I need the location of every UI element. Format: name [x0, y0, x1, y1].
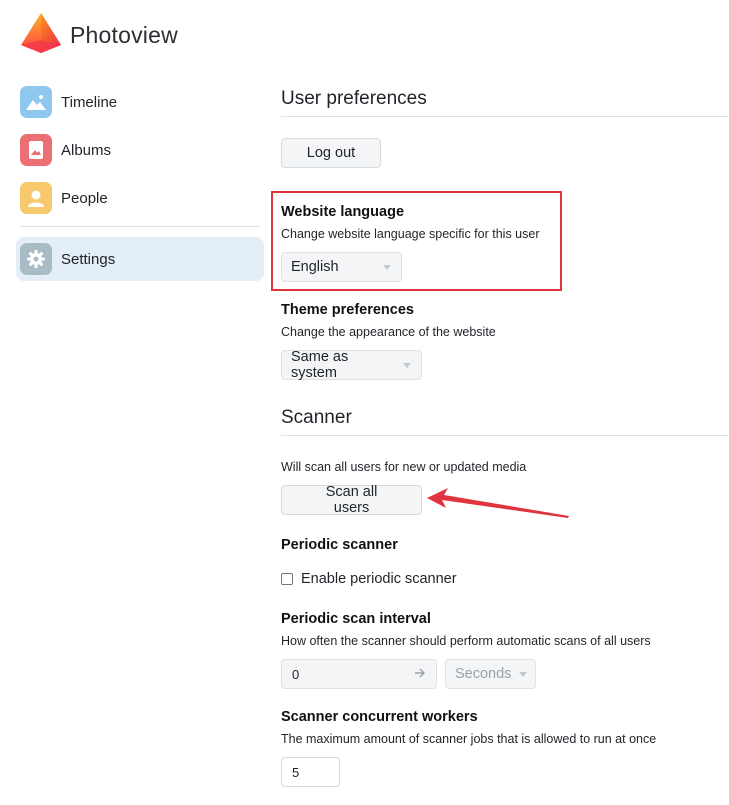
- enable-periodic-scanner-checkbox[interactable]: [281, 573, 293, 585]
- section-title-scanner: Scanner: [281, 407, 352, 428]
- chevron-down-icon: [403, 362, 411, 368]
- theme-preferences-description: Change the appearance of the website: [281, 325, 496, 339]
- sidebar-item-people[interactable]: People: [16, 176, 264, 220]
- album-picture-icon: [20, 134, 52, 166]
- periodic-scan-interval-title: Periodic scan interval: [281, 611, 431, 627]
- logout-button[interactable]: Log out: [281, 138, 381, 168]
- scan-interval-value: 0: [292, 666, 300, 682]
- chevron-down-icon: [383, 264, 391, 270]
- language-select[interactable]: English: [281, 252, 402, 282]
- section-divider: [281, 116, 729, 117]
- language-select-value: English: [291, 259, 339, 275]
- sidebar: Timeline Albums People Settings: [16, 80, 264, 285]
- arrow-right-icon[interactable]: [414, 667, 426, 682]
- scanner-workers-input[interactable]: 5: [281, 757, 340, 787]
- scanner-workers-value: 5: [292, 764, 300, 780]
- person-icon: [20, 182, 52, 214]
- enable-periodic-scanner-row[interactable]: Enable periodic scanner: [281, 571, 457, 587]
- theme-select-value: Same as system: [291, 349, 349, 381]
- enable-periodic-scanner-label[interactable]: Enable periodic scanner: [301, 571, 457, 587]
- sidebar-item-label: Settings: [61, 250, 116, 268]
- gear-icon: [20, 243, 52, 275]
- app-title: Photoview: [70, 22, 178, 48]
- section-divider: [281, 435, 729, 436]
- website-language-description: Change website language specific for thi…: [281, 227, 540, 241]
- mountain-picture-icon: [20, 86, 52, 118]
- sidebar-item-label: People: [61, 189, 108, 207]
- section-title-user-preferences: User preferences: [281, 88, 427, 109]
- sidebar-item-timeline[interactable]: Timeline: [16, 80, 264, 124]
- sidebar-item-label: Albums: [61, 141, 112, 159]
- sidebar-item-settings[interactable]: Settings: [16, 237, 264, 281]
- photoview-logo-icon: [20, 12, 62, 59]
- theme-select[interactable]: Same as system: [281, 349, 422, 381]
- scan-interval-unit-value: Seconds: [455, 666, 512, 682]
- theme-preferences-title: Theme preferences: [281, 302, 414, 318]
- scanner-description: Will scan all users for new or updated m…: [281, 460, 527, 474]
- sidebar-divider: [20, 226, 260, 227]
- scan-interval-unit-select[interactable]: Seconds: [445, 659, 536, 689]
- arrow-annotation-icon: [427, 488, 569, 518]
- website-language-title: Website language: [281, 204, 405, 220]
- app-root: Photoview Timeline Albums People Setting…: [0, 0, 729, 805]
- scanner-workers-description: The maximum amount of scanner jobs that …: [281, 732, 657, 746]
- scan-interval-input[interactable]: 0: [281, 659, 437, 689]
- scanner-workers-title: Scanner concurrent workers: [281, 709, 478, 725]
- sidebar-item-albums[interactable]: Albums: [16, 128, 264, 172]
- scan-all-users-button[interactable]: Scan all users: [281, 484, 422, 516]
- sidebar-item-label: Timeline: [61, 93, 118, 111]
- periodic-scan-interval-description: How often the scanner should perform aut…: [281, 634, 651, 648]
- brand[interactable]: Photoview: [20, 12, 178, 59]
- periodic-scanner-title: Periodic scanner: [281, 537, 398, 553]
- chevron-down-icon: [519, 671, 528, 677]
